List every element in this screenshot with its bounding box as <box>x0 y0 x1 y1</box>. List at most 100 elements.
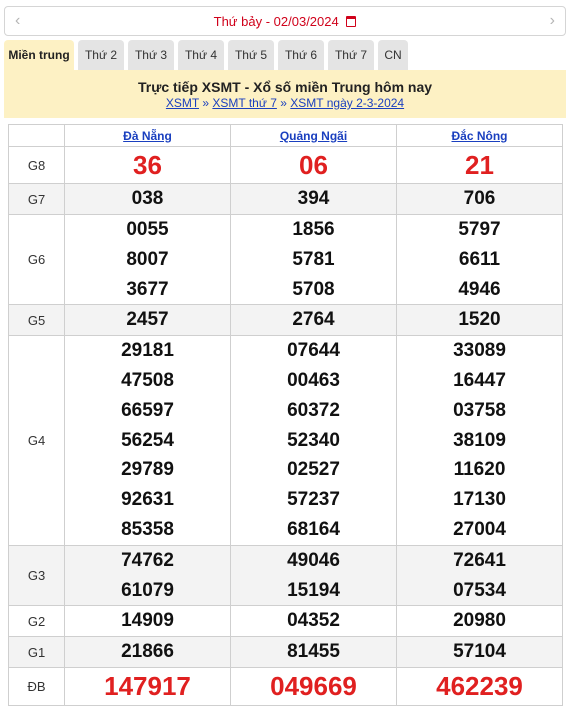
header-corner <box>8 124 65 147</box>
prize-number: 57104 <box>396 636 563 669</box>
prize-number: 38109 <box>453 429 506 451</box>
province-dac-nong[interactable]: Đắc Nông <box>451 129 507 143</box>
prize-number: 14909 <box>64 605 231 638</box>
prize-number: 00463 <box>287 369 340 391</box>
prize-number: 21 <box>396 146 563 184</box>
jackpot-number: 049669 <box>230 667 397 706</box>
tab-thu-2[interactable]: Thứ 2 <box>78 40 124 70</box>
province-da-nang[interactable]: Đà Nẵng <box>123 129 172 143</box>
prize-number: 29181 <box>121 340 174 362</box>
prize-number: 33089 <box>453 340 506 362</box>
prize-number: 16447 <box>453 369 506 391</box>
prize-number: 5708 <box>292 278 335 300</box>
tab-thu-5[interactable]: Thứ 5 <box>228 40 274 70</box>
prize-number: 706 <box>396 183 563 215</box>
prize-number: 36 <box>64 146 231 184</box>
prize-label: G1 <box>8 636 65 669</box>
prize-number: 04352 <box>230 605 397 638</box>
breadcrumb-separator: » <box>202 96 210 110</box>
prize-number: 27004 <box>453 518 506 540</box>
prize-number: 85358 <box>121 518 174 540</box>
prize-number: 5781 <box>292 248 335 270</box>
prize-number: 92631 <box>121 489 174 511</box>
breadcrumb-xsmt-thu-7[interactable]: XSMT thứ 7 <box>212 96 277 110</box>
tab-thu-7[interactable]: Thứ 7 <box>328 40 374 70</box>
day-tabs: Miền trung Thứ 2 Thứ 3 Thứ 4 Thứ 5 Thứ 6… <box>4 40 566 70</box>
prize-number: 21866 <box>64 636 231 669</box>
prize-number: 52340 <box>287 429 340 451</box>
prize-row-g4: G4 29181 47508 66597 56254 29789 92631 8… <box>8 335 563 546</box>
weekday-label: Thứ bảy - <box>213 14 271 29</box>
tab-thu-4[interactable]: Thứ 4 <box>178 40 224 70</box>
breadcrumb: XSMT » XSMT thứ 7 » XSMT ngày 2-3-2024 <box>4 96 566 110</box>
results-header: Trực tiếp XSMT - Xổ số miền Trung hôm na… <box>4 70 566 118</box>
prize-number: 20980 <box>396 605 563 638</box>
prize-number: 07644 <box>287 340 340 362</box>
prize-number: 07534 <box>453 579 506 601</box>
prize-label: G6 <box>8 213 65 306</box>
prize-row-g2: G2 14909 04352 20980 <box>8 605 563 638</box>
prize-number: 6611 <box>458 248 501 270</box>
prize-label: G3 <box>8 544 65 607</box>
province-quang-ngai[interactable]: Quảng Ngãi <box>280 129 347 143</box>
chevron-right-icon[interactable]: › <box>550 13 555 29</box>
results-table: Đà Nẵng Quảng Ngãi Đắc Nông G8 36 06 21 … <box>8 124 563 706</box>
prize-number: 49046 <box>287 549 340 571</box>
date-value: 02/03/2024 <box>273 14 339 29</box>
jackpot-number: 462239 <box>396 667 563 706</box>
prize-number: 29789 <box>121 459 174 481</box>
prize-number: 4946 <box>458 278 501 300</box>
tab-thu-6[interactable]: Thứ 6 <box>278 40 324 70</box>
page-title: Trực tiếp XSMT - Xổ số miền Trung hôm na… <box>137 79 433 95</box>
prize-label: G7 <box>8 183 65 215</box>
date-navigator: ‹ Thứ bảy - 02/03/2024 › <box>4 6 566 36</box>
prize-number: 1856 <box>292 219 335 240</box>
prize-number: 0055 <box>126 219 169 240</box>
prize-number: 394 <box>230 183 397 215</box>
prize-label: G2 <box>8 605 65 638</box>
prize-number: 2457 <box>64 304 231 337</box>
prize-label: G5 <box>8 304 65 337</box>
prize-label: ĐB <box>8 667 65 706</box>
prize-number: 47508 <box>121 369 174 391</box>
prize-row-g3: G3 74762 61079 49046 15194 72641 07534 <box>8 544 563 607</box>
prize-number: 038 <box>64 183 231 215</box>
prize-label: G4 <box>8 335 65 546</box>
prize-number: 57237 <box>287 489 340 511</box>
prize-number: 3677 <box>126 278 169 300</box>
calendar-icon[interactable] <box>346 16 357 27</box>
prize-number: 74762 <box>121 549 174 571</box>
prize-row-g5: G5 2457 2764 1520 <box>8 304 563 337</box>
prize-row-g6: G6 0055 8007 3677 1856 5781 5708 5797 66… <box>8 213 563 306</box>
prize-number: 11620 <box>453 459 506 481</box>
jackpot-number: 147917 <box>64 667 231 706</box>
prize-number: 17130 <box>453 489 506 511</box>
prize-row-g1: G1 21866 81455 57104 <box>8 636 563 669</box>
prize-number: 60372 <box>287 399 340 421</box>
prize-number: 03758 <box>453 399 506 421</box>
prize-number: 06 <box>230 146 397 184</box>
prize-number: 8007 <box>126 248 169 270</box>
prize-row-g8: G8 36 06 21 <box>8 146 563 184</box>
prize-number: 66597 <box>121 399 174 421</box>
prize-number: 81455 <box>230 636 397 669</box>
tab-mien-trung[interactable]: Miền trung <box>4 40 74 70</box>
prize-number: 15194 <box>287 579 340 601</box>
tab-cn[interactable]: CN <box>378 40 408 70</box>
prize-number: 5797 <box>458 219 501 240</box>
prize-number: 68164 <box>287 518 340 540</box>
prize-number: 61079 <box>121 579 174 601</box>
breadcrumb-xsmt-date[interactable]: XSMT ngày 2-3-2024 <box>290 96 404 110</box>
date-display[interactable]: Thứ bảy - 02/03/2024 <box>5 14 565 30</box>
prize-number: 2764 <box>230 304 397 337</box>
prize-number: 1520 <box>396 304 563 337</box>
prize-number: 72641 <box>453 549 506 571</box>
prize-number: 02527 <box>287 459 340 481</box>
prize-number: 56254 <box>121 429 174 451</box>
prize-row-g7: G7 038 394 706 <box>8 183 563 215</box>
prize-label: G8 <box>8 146 65 184</box>
prize-row-db: ĐB 147917 049669 462239 <box>8 667 563 706</box>
breadcrumb-xsmt[interactable]: XSMT <box>166 96 199 110</box>
tab-thu-3[interactable]: Thứ 3 <box>128 40 174 70</box>
breadcrumb-separator: » <box>280 96 287 110</box>
